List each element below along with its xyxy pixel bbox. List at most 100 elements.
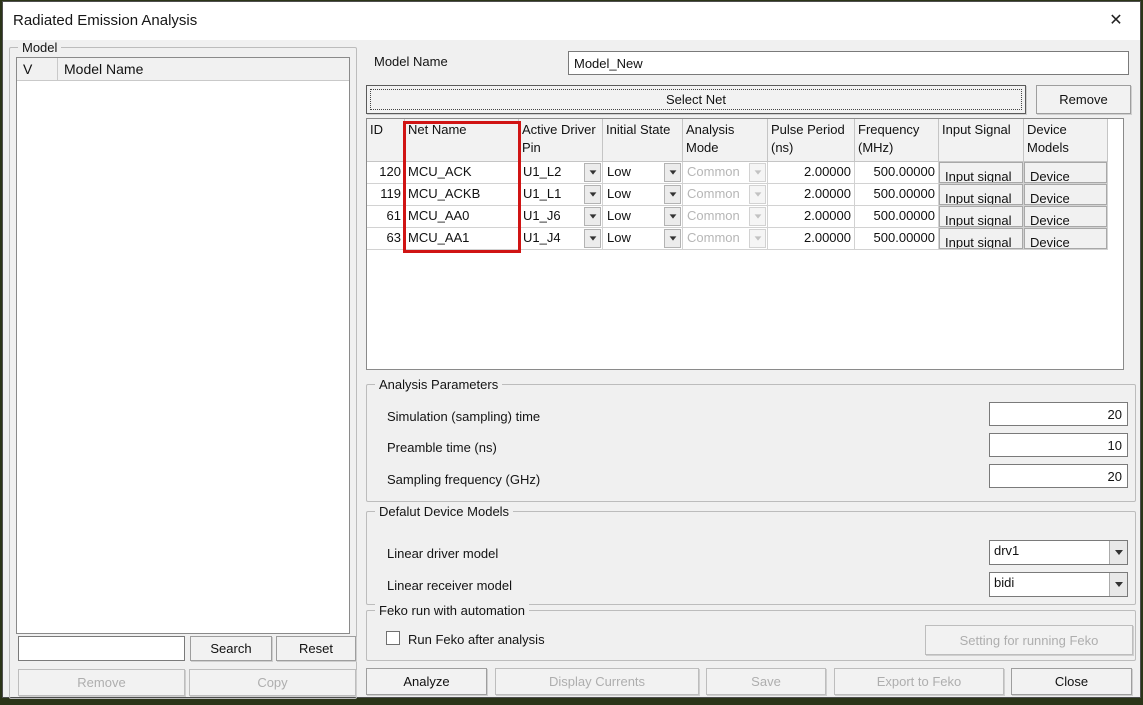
search-button[interactable]: Search — [190, 636, 272, 661]
display-currents-button[interactable]: Display Currents — [495, 668, 699, 695]
input-signal-button[interactable]: Input signal — [939, 228, 1023, 249]
net-table: ID Net Name Active Driver Pin Initial St… — [366, 118, 1124, 370]
cell-analysis-mode-combo: Common — [683, 228, 768, 250]
cell-driver-pin-combo[interactable]: U1_J6 — [519, 206, 603, 228]
cell-net-name[interactable]: MCU_ACK — [405, 162, 519, 184]
chevron-down-icon[interactable] — [584, 229, 601, 248]
col-header-active-driver-pin[interactable]: Active Driver Pin — [519, 119, 603, 162]
cell-initial-state-combo[interactable]: Low — [603, 206, 683, 228]
desktop-background: Radiated Emission Analysis ✕ Model V Mod… — [0, 0, 1143, 705]
linear-receiver-model-select[interactable]: bidi — [989, 572, 1128, 597]
initial-state-value: Low — [603, 184, 663, 205]
cell-analysis-mode-combo: Common — [683, 206, 768, 228]
linear-driver-model-value: drv1 — [990, 541, 1109, 564]
select-net-button[interactable]: Select Net — [366, 85, 1026, 114]
cell-frequency[interactable]: 500.00000 — [855, 206, 939, 228]
run-feko-checkbox[interactable] — [386, 631, 400, 645]
chevron-down-icon[interactable] — [664, 185, 681, 204]
model-copy-button[interactable]: Copy — [189, 669, 356, 696]
cell-input-signal[interactable]: Input signal — [939, 228, 1024, 250]
cell-frequency[interactable]: 500.00000 — [855, 228, 939, 250]
cell-input-signal[interactable]: Input signal — [939, 184, 1024, 206]
col-header-input-signal[interactable]: Input Signal — [939, 119, 1024, 162]
cell-id[interactable]: 120 — [367, 162, 405, 184]
cell-driver-pin-combo[interactable]: U1_J4 — [519, 228, 603, 250]
cell-pulse-period[interactable]: 2.00000 — [768, 184, 855, 206]
cell-device-models[interactable]: Device — [1024, 184, 1108, 206]
input-signal-button[interactable]: Input signal — [939, 184, 1023, 205]
cell-pulse-period[interactable]: 2.00000 — [768, 206, 855, 228]
cell-pulse-period[interactable]: 2.00000 — [768, 162, 855, 184]
cell-driver-pin-combo[interactable]: U1_L1 — [519, 184, 603, 206]
close-icon[interactable]: ✕ — [1104, 10, 1128, 32]
device-models-button[interactable]: Device — [1024, 228, 1107, 249]
cell-device-models[interactable]: Device — [1024, 228, 1108, 250]
analysis-parameters-group: Analysis Parameters Simulation (sampling… — [366, 384, 1136, 502]
cell-net-name[interactable]: MCU_ACKB — [405, 184, 519, 206]
net-remove-button[interactable]: Remove — [1036, 85, 1131, 114]
cell-id[interactable]: 63 — [367, 228, 405, 250]
col-header-net-name[interactable]: Net Name — [405, 119, 519, 162]
col-header-device-models[interactable]: Device Models — [1024, 119, 1108, 162]
device-models-button[interactable]: Device — [1024, 184, 1107, 205]
chevron-down-icon[interactable] — [1109, 573, 1127, 596]
model-list-header-name[interactable]: Model Name — [58, 58, 349, 80]
col-header-initial-state[interactable]: Initial State — [603, 119, 683, 162]
preamble-time-input[interactable] — [989, 433, 1128, 457]
setting-for-running-feko-button[interactable]: Setting for running Feko — [925, 625, 1133, 655]
radiated-emission-analysis-dialog: Radiated Emission Analysis ✕ Model V Mod… — [2, 1, 1141, 698]
cell-net-name[interactable]: MCU_AA0 — [405, 206, 519, 228]
cell-device-models[interactable]: Device — [1024, 162, 1108, 184]
table-row: 119 MCU_ACKB U1_L1 Low Common 2.00000 50… — [367, 184, 1123, 206]
device-models-button[interactable]: Device — [1024, 162, 1107, 183]
linear-receiver-model-label: Linear receiver model — [387, 578, 512, 593]
chevron-down-icon[interactable] — [584, 207, 601, 226]
col-header-analysis-mode[interactable]: Analysis Mode — [683, 119, 768, 162]
chevron-down-icon — [749, 163, 766, 182]
save-button[interactable]: Save — [706, 668, 826, 695]
input-signal-button[interactable]: Input signal — [939, 162, 1023, 183]
net-table-header-row: ID Net Name Active Driver Pin Initial St… — [367, 119, 1123, 162]
chevron-down-icon[interactable] — [584, 163, 601, 182]
feko-run-group-label: Feko run with automation — [375, 603, 529, 618]
cell-frequency[interactable]: 500.00000 — [855, 184, 939, 206]
chevron-down-icon[interactable] — [664, 163, 681, 182]
cell-net-name[interactable]: MCU_AA1 — [405, 228, 519, 250]
chevron-down-icon[interactable] — [664, 207, 681, 226]
cell-initial-state-combo[interactable]: Low — [603, 228, 683, 250]
sampling-frequency-input[interactable] — [989, 464, 1128, 488]
linear-driver-model-select[interactable]: drv1 — [989, 540, 1128, 565]
cell-initial-state-combo[interactable]: Low — [603, 184, 683, 206]
export-to-feko-button[interactable]: Export to Feko — [834, 668, 1004, 695]
model-name-input[interactable] — [568, 51, 1129, 75]
model-search-input[interactable] — [18, 636, 185, 661]
cell-id[interactable]: 61 — [367, 206, 405, 228]
simulation-time-input[interactable] — [989, 402, 1128, 426]
cell-input-signal[interactable]: Input signal — [939, 162, 1024, 184]
cell-driver-pin-combo[interactable]: U1_L2 — [519, 162, 603, 184]
col-header-id[interactable]: ID — [367, 119, 405, 162]
cell-input-signal[interactable]: Input signal — [939, 206, 1024, 228]
chevron-down-icon[interactable] — [664, 229, 681, 248]
chevron-down-icon — [749, 229, 766, 248]
chevron-down-icon[interactable] — [1109, 541, 1127, 564]
table-row: 120 MCU_ACK U1_L2 Low Common 2.00000 500… — [367, 162, 1123, 184]
input-signal-button[interactable]: Input signal — [939, 206, 1023, 227]
model-group-label: Model — [18, 40, 61, 55]
model-list-header-v[interactable]: V — [17, 58, 58, 80]
chevron-down-icon[interactable] — [584, 185, 601, 204]
model-list[interactable]: V Model Name — [16, 57, 350, 634]
reset-button[interactable]: Reset — [276, 636, 356, 661]
analyze-button[interactable]: Analyze — [366, 668, 487, 695]
model-remove-button[interactable]: Remove — [18, 669, 185, 696]
default-device-models-group: Defalut Device Models Linear driver mode… — [366, 511, 1136, 605]
cell-pulse-period[interactable]: 2.00000 — [768, 228, 855, 250]
close-button[interactable]: Close — [1011, 668, 1132, 695]
col-header-frequency[interactable]: Frequency (MHz) — [855, 119, 939, 162]
cell-device-models[interactable]: Device — [1024, 206, 1108, 228]
cell-id[interactable]: 119 — [367, 184, 405, 206]
cell-initial-state-combo[interactable]: Low — [603, 162, 683, 184]
device-models-button[interactable]: Device — [1024, 206, 1107, 227]
cell-frequency[interactable]: 500.00000 — [855, 162, 939, 184]
col-header-pulse-period[interactable]: Pulse Period (ns) — [768, 119, 855, 162]
